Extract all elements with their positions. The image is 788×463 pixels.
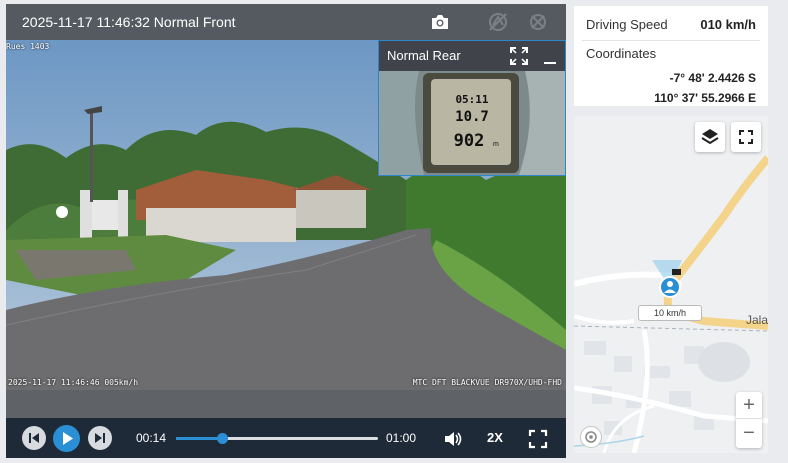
- expand-icon[interactable]: [509, 46, 529, 66]
- zoom-controls: + −: [736, 392, 762, 448]
- road-name-label: Jala: [746, 313, 768, 327]
- playback-speed-button[interactable]: 2X: [487, 430, 503, 445]
- speed-value: 010 km/h: [700, 17, 756, 32]
- longitude-value: 110° 37' 55.2966 E: [654, 91, 756, 105]
- map-speed-tag: 10 km/h: [638, 305, 702, 321]
- rear-display-unit: m: [493, 141, 499, 148]
- volume-icon[interactable]: [442, 428, 464, 450]
- video-lower-band: [6, 390, 566, 418]
- rear-camera-label: Normal Rear: [387, 48, 461, 63]
- rear-display-distance: 902: [453, 131, 485, 151]
- skip-forward-icon[interactable]: [88, 426, 112, 450]
- zoom-out-button[interactable]: −: [736, 420, 762, 447]
- video-timestamp: 2025-11-17 11:46:32 Normal Front: [22, 14, 236, 30]
- no-location-icon[interactable]: [486, 10, 510, 34]
- no-gps-icon[interactable]: [526, 10, 550, 34]
- osd-time-speed: 2025-11-17 11:46:46 005km/h: [8, 378, 139, 387]
- speed-label: Driving Speed: [586, 17, 668, 32]
- seek-bar[interactable]: [176, 433, 378, 444]
- video-player: 2025-11-17 11:46:32 Normal Front Rues 14…: [6, 4, 566, 458]
- rear-display-time: 05:11: [455, 93, 489, 106]
- osd-device-info: MTC DFT BLACKVUE DR970X/UHD-FHD: [412, 378, 562, 387]
- latitude-value: -7° 48' 2.4426 S: [669, 71, 756, 85]
- fullscreen-icon[interactable]: [527, 428, 549, 450]
- duration-time: 01:00: [386, 431, 417, 445]
- camera-icon[interactable]: [428, 10, 452, 34]
- rear-display-speed: 10.7: [455, 109, 489, 125]
- locate-icon[interactable]: [580, 426, 602, 448]
- seek-progress: [176, 437, 223, 440]
- seek-handle[interactable]: [217, 433, 229, 444]
- map-view[interactable]: 10 km/h Jala + −: [574, 116, 768, 453]
- zoom-in-button[interactable]: +: [736, 392, 762, 419]
- rear-camera-pip[interactable]: Normal Rear 05:11 10.7 902 m: [378, 40, 566, 176]
- skip-back-icon[interactable]: [22, 426, 46, 450]
- trip-info-panel: Driving Speed 010 km/h Coordinates -7° 4…: [574, 6, 768, 106]
- map-fullscreen-icon[interactable]: [731, 122, 761, 152]
- playback-controls: 00:14 01:00 2X: [6, 418, 566, 458]
- play-icon[interactable]: [53, 425, 80, 452]
- info-divider: [582, 40, 760, 41]
- player-top-bar: 2025-11-17 11:46:32 Normal Front: [6, 4, 566, 40]
- minimize-icon[interactable]: [541, 46, 561, 66]
- layers-icon[interactable]: [695, 122, 725, 152]
- osd-camera-id: Rues 1403: [6, 42, 50, 51]
- rear-camera-view: 05:11 10.7 902 m: [379, 71, 565, 175]
- current-time: 00:14: [136, 431, 167, 445]
- coordinates-label: Coordinates: [586, 46, 657, 61]
- rear-pip-header: Normal Rear: [379, 41, 565, 71]
- vehicle-marker-icon[interactable]: [652, 260, 688, 300]
